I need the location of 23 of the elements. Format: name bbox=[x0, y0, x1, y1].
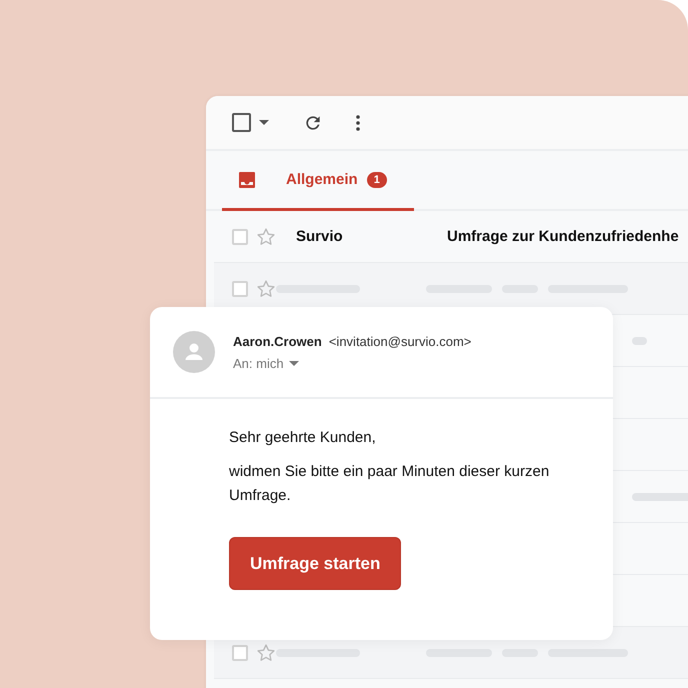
message-text: widmen Sie bitte ein paar Minuten dieser kurzen Umfrage. bbox=[229, 462, 550, 506]
sender-name: Survio bbox=[296, 228, 344, 245]
unread-count: 1 bbox=[366, 172, 387, 188]
avatar-icon bbox=[173, 331, 215, 373]
select-all-checkbox[interactable] bbox=[232, 113, 251, 132]
subject-text: Umfrage zur Kundenzufriedenhe bbox=[447, 228, 679, 245]
more-icon[interactable] bbox=[356, 114, 360, 130]
row-checkbox[interactable] bbox=[232, 644, 248, 660]
caret-icon[interactable] bbox=[259, 120, 269, 126]
star-icon[interactable] bbox=[256, 278, 276, 298]
inbox-tab[interactable]: Allgemein 1 bbox=[222, 151, 414, 211]
row-checkbox[interactable] bbox=[232, 228, 248, 244]
greeting-text: Sehr geehrte Kunden, bbox=[229, 428, 377, 448]
row-checkbox[interactable] bbox=[232, 280, 248, 296]
inbox-icon bbox=[238, 170, 256, 188]
recipient-text: An: mich bbox=[233, 356, 284, 370]
caret-icon[interactable] bbox=[288, 360, 299, 366]
sender-email: <invitation@survio.com> bbox=[328, 334, 472, 348]
star-icon[interactable] bbox=[256, 642, 276, 662]
tab-label: Allgemein bbox=[286, 171, 358, 188]
start-survey-button[interactable]: Umfrage starten bbox=[229, 537, 402, 590]
sender-name: Aaron.Crowen bbox=[233, 334, 322, 348]
star-icon[interactable] bbox=[256, 226, 276, 246]
